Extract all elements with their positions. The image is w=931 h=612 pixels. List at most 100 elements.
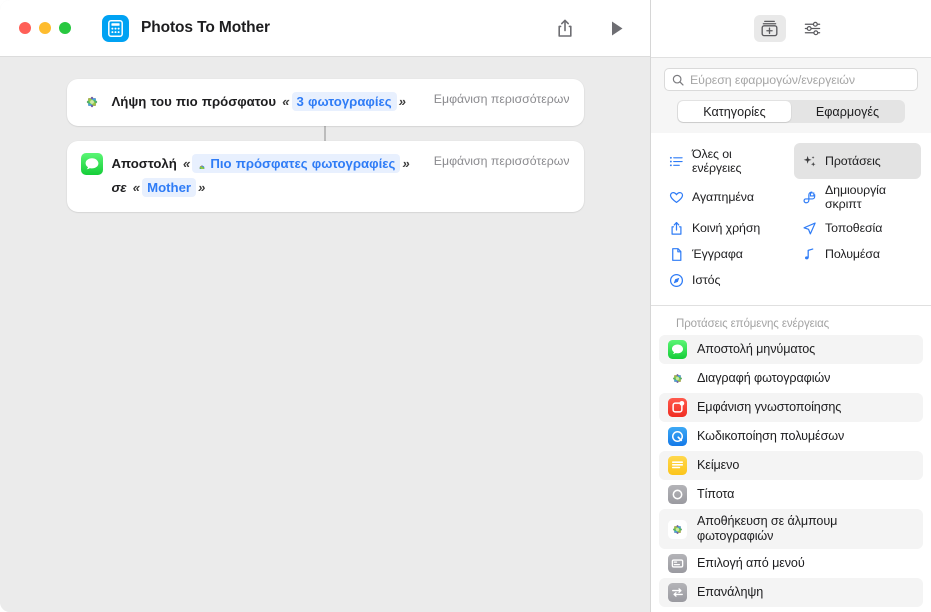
sidebar-item-label: Κοινή χρήση xyxy=(692,221,761,235)
action-library-button[interactable] xyxy=(753,15,786,42)
list-item[interactable]: Κωδικοποίηση πολυμέσων xyxy=(659,422,923,451)
list-item[interactable]: Αποθήκευση σε άλμπουμ φωτογραφιών xyxy=(659,509,923,549)
action-card[interactable]: Αποστολή «Πιο πρόσφατες φωτογραφίες» σε … xyxy=(66,141,584,212)
action-card[interactable]: Λήψη του πιο πρόσφατου «3 φωτογραφίες» Ε… xyxy=(66,79,584,126)
guillemet-open-3: « xyxy=(132,180,141,195)
library-mode-segmented-control[interactable]: Κατηγορίες Εφαρμογές xyxy=(677,100,905,123)
zoom-button[interactable] xyxy=(59,22,71,34)
repeat-icon xyxy=(668,583,687,602)
photos-app-icon xyxy=(668,519,687,539)
shortcut-details-button[interactable] xyxy=(797,15,829,42)
list-item-label: Διαγραφή φωτογραφιών xyxy=(697,371,831,385)
list-item[interactable]: Διαγραφή φωτογραφιών xyxy=(659,364,923,393)
search-icon xyxy=(672,74,684,86)
sidebar-item-sharing[interactable]: Κοινή χρήση xyxy=(661,215,788,241)
suggestions-list: Αποστολή μηνύματος Διαγραφή φωτογραφιών xyxy=(651,335,931,607)
sidebar-item-scripting[interactable]: Δημιουργία σκριπτ xyxy=(794,179,921,215)
action-connector xyxy=(324,126,326,141)
list-icon xyxy=(668,153,684,169)
compass-icon xyxy=(668,272,684,288)
action-variable-latest-photos[interactable]: Πιο πρόσφατες φωτογραφίες xyxy=(192,154,401,173)
list-item[interactable]: Κείμενο xyxy=(659,451,923,480)
list-item-label: Κωδικοποίηση πολυμέσων xyxy=(697,429,845,443)
sparkles-icon xyxy=(801,153,817,169)
action-parameter-recipient[interactable]: Mother xyxy=(142,178,197,197)
list-item-label: Εμφάνιση γνωστοποίησης xyxy=(697,400,842,414)
list-item-label: Επανάληψη xyxy=(697,585,764,599)
titlebar: Photos To Mother xyxy=(0,0,650,57)
search-field[interactable]: Εύρεση εφαρμογών/ενεργειών xyxy=(664,68,918,91)
list-item[interactable]: Επανάληψη xyxy=(659,578,923,607)
window-title: Photos To Mother xyxy=(141,19,270,36)
messages-app-icon xyxy=(668,340,687,359)
photos-variable-icon xyxy=(197,159,207,169)
guillemet-open-2: « xyxy=(182,156,191,171)
messages-app-icon xyxy=(80,153,103,175)
action-description: Αποστολή «Πιο πρόσφατες φωτογραφίες» σε … xyxy=(112,152,424,200)
minimize-button[interactable] xyxy=(39,22,51,34)
sidebar-item-label: Τοποθεσία xyxy=(825,221,883,235)
photos-app-icon xyxy=(80,91,103,113)
library-sidebar: Εύρεση εφαρμογών/ενεργειών Κατηγορίες Εφ… xyxy=(650,0,931,612)
sidebar-item-label: Προτάσεις xyxy=(825,154,881,168)
shortcut-calculator-icon xyxy=(102,14,129,42)
guillemet-close-3: » xyxy=(198,180,206,195)
shortcuts-window: Photos To Mother Λήψη του πιο πρόσφατου … xyxy=(0,0,931,612)
text-icon xyxy=(668,456,687,475)
share-icon xyxy=(558,19,572,37)
sidebar-item-documents[interactable]: Έγγραφα xyxy=(661,241,788,267)
sidebar-item-suggestions[interactable]: Προτάσεις xyxy=(794,143,921,179)
list-item[interactable]: Τίποτα xyxy=(659,480,923,509)
search-area: Εύρεση εφαρμογών/ενεργειών Κατηγορίες Εφ… xyxy=(651,57,931,133)
guillemet-close-1: » xyxy=(398,94,406,109)
workflow-canvas[interactable]: Λήψη του πιο πρόσφατου «3 φωτογραφίες» Ε… xyxy=(0,57,650,612)
show-more-button[interactable]: Εμφάνιση περισσότερων xyxy=(434,152,570,168)
list-item[interactable]: Αποστολή μηνύματος xyxy=(659,335,923,364)
traffic-lights xyxy=(19,22,71,34)
tab-categories[interactable]: Κατηγορίες xyxy=(678,101,791,122)
sliders-icon xyxy=(804,21,821,36)
guillemet-open-1: « xyxy=(282,94,290,109)
list-item-label: Αποστολή μηνύματος xyxy=(697,342,816,356)
heart-icon xyxy=(668,189,684,205)
variable-label: Πιο πρόσφατες φωτογραφίες xyxy=(210,156,396,171)
sidebar-toolbar xyxy=(651,0,931,57)
sidebar-item-favorites[interactable]: Αγαπημένα xyxy=(661,179,788,215)
action-description: Λήψη του πιο πρόσφατου «3 φωτογραφίες» xyxy=(112,90,424,114)
action-library-icon xyxy=(761,20,778,37)
nothing-icon xyxy=(668,485,687,504)
list-item[interactable]: Εμφάνιση γνωστοποίησης xyxy=(659,393,923,422)
close-button[interactable] xyxy=(19,22,31,34)
action-parameter-photos-count[interactable]: 3 φωτογραφίες xyxy=(291,92,397,111)
show-more-button[interactable]: Εμφάνιση περισσότερων xyxy=(434,90,570,106)
share-icon xyxy=(668,220,684,236)
sidebar-item-label: Ιστός xyxy=(692,273,721,287)
list-item-label: Κείμενο xyxy=(697,458,740,472)
list-item-label: Τίποτα xyxy=(697,487,735,501)
notification-icon xyxy=(668,398,687,417)
action-text-1: Λήψη του πιο πρόσφατου xyxy=(111,94,277,109)
share-button[interactable] xyxy=(548,13,582,43)
sidebar-item-label: Δημιουργία σκριπτ xyxy=(825,183,886,211)
list-item[interactable]: Επιλογή από μενού xyxy=(659,549,923,578)
location-arrow-icon xyxy=(801,220,817,236)
sidebar-item-all-actions[interactable]: Όλες οι ενέργειες xyxy=(661,143,788,179)
search-input[interactable]: Εύρεση εφαρμογών/ενεργειών xyxy=(690,73,855,87)
sidebar-item-web[interactable]: Ιστός xyxy=(661,267,788,293)
sidebar-item-label: Όλες οι ενέργειες xyxy=(692,147,742,175)
sidebar-item-label: Έγγραφα xyxy=(692,247,743,261)
tab-apps[interactable]: Εφαρμογές xyxy=(791,101,904,122)
media-encode-icon xyxy=(668,427,687,446)
scripting-icon xyxy=(801,189,817,205)
menu-icon xyxy=(668,554,687,573)
sidebar-item-location[interactable]: Τοποθεσία xyxy=(794,215,921,241)
run-button[interactable] xyxy=(600,13,634,43)
action-text-2: Αποστολή xyxy=(111,156,177,171)
music-note-icon xyxy=(801,246,817,262)
action-preposition: σε xyxy=(111,180,127,195)
list-item-label: Επιλογή από μενού xyxy=(697,556,805,570)
document-icon xyxy=(668,246,684,262)
categories-grid: Όλες οι ενέργειες Προτάσεις Αγαπημένα Δη… xyxy=(661,143,921,293)
categories-section: Όλες οι ενέργειες Προτάσεις Αγαπημένα Δη… xyxy=(651,133,931,306)
sidebar-item-media[interactable]: Πολυμέσα xyxy=(794,241,921,267)
